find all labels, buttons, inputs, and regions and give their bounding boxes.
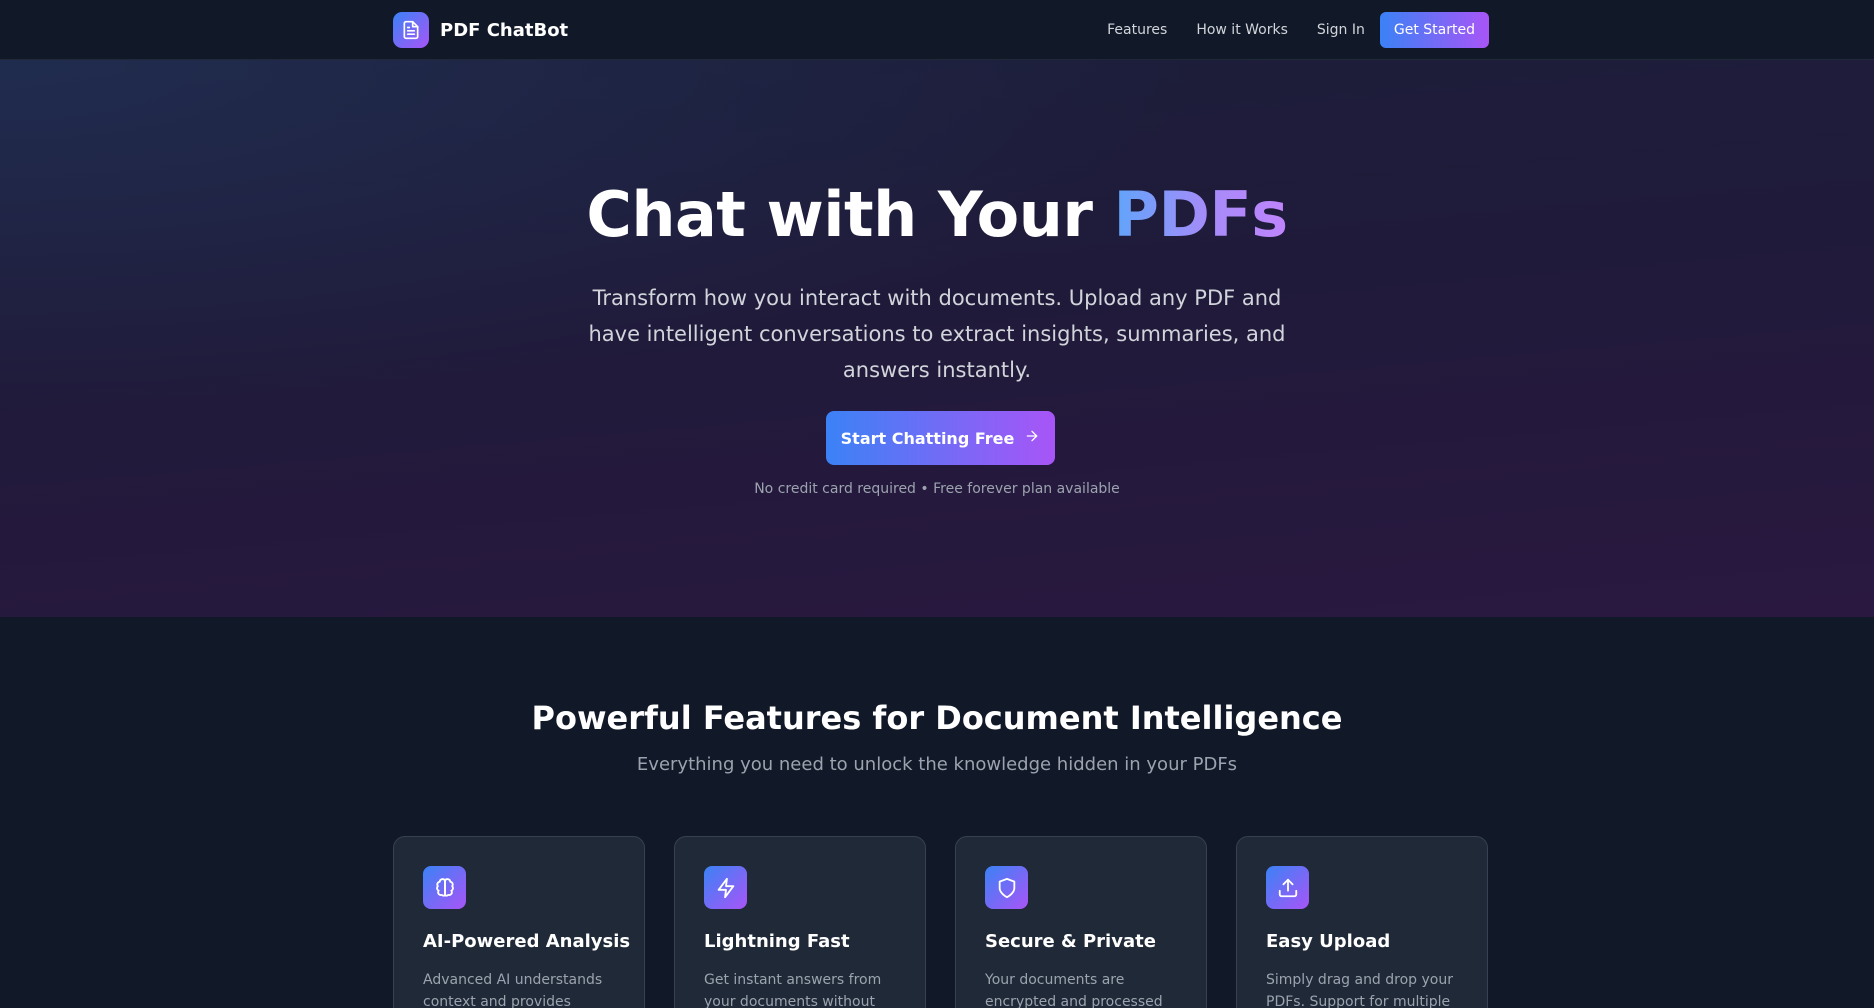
- feature-card-desc: Get instant answers from your documents …: [704, 972, 882, 1008]
- nav-links: Features How it Works Sign In Get Starte…: [1078, 12, 1489, 48]
- hero-section: Chat with Your PDFs Transform how you in…: [0, 60, 1874, 617]
- nav-link-how-it-works[interactable]: How it Works: [1196, 22, 1288, 38]
- feature-card-desc: Your documents are encrypted and process…: [985, 972, 1163, 1008]
- feature-card-lightning-fast: Lightning Fast Get instant answers from …: [674, 836, 926, 1008]
- get-started-button[interactable]: Get Started: [1379, 12, 1489, 48]
- features-section: Powerful Features for Document Intellige…: [0, 617, 1874, 1008]
- feature-card-title: Secure & Private: [985, 931, 1156, 952]
- navbar: PDF ChatBot Features How it Works Sign I…: [0, 0, 1874, 60]
- upload-icon: [1266, 866, 1309, 909]
- brand[interactable]: PDF ChatBot: [393, 12, 568, 48]
- start-chatting-button[interactable]: Start Chatting Free: [826, 411, 1055, 465]
- hero-title-accent: PDFs: [1113, 178, 1289, 251]
- feature-card-easy-upload: Easy Upload Simply drag and drop your PD…: [1236, 836, 1488, 1008]
- nav-link-sign-in[interactable]: Sign In: [1317, 22, 1365, 38]
- features-subtitle: Everything you need to unlock the knowle…: [636, 754, 1238, 775]
- hero-title: Chat with Your PDFs: [0, 178, 1874, 251]
- feature-card-ai-analysis: AI-Powered Analysis Advanced AI understa…: [393, 836, 645, 1008]
- feature-card-title: AI-Powered Analysis: [423, 931, 631, 952]
- arrow-right-icon: [1024, 428, 1040, 448]
- nav-link-features[interactable]: Features: [1107, 22, 1167, 38]
- hero-title-main: Chat with Your: [586, 178, 1093, 251]
- feature-card-desc: Simply drag and drop your PDFs. Support …: [1266, 972, 1453, 1008]
- document-icon: [393, 12, 429, 48]
- hero-note: No credit card required • Free forever p…: [754, 481, 1120, 497]
- features-title: Powerful Features for Document Intellige…: [531, 699, 1343, 737]
- feature-card-title: Lightning Fast: [704, 931, 850, 952]
- brand-name: PDF ChatBot: [440, 19, 569, 41]
- feature-card-desc: Advanced AI understands context and prov…: [423, 972, 603, 1008]
- navbar-inner: PDF ChatBot Features How it Works Sign I…: [393, 0, 1489, 60]
- feature-card-title: Easy Upload: [1266, 931, 1391, 952]
- shield-icon: [985, 866, 1028, 909]
- start-chatting-label: Start Chatting Free: [840, 428, 1015, 448]
- hero-subtitle: Transform how you interact with document…: [588, 286, 1286, 382]
- feature-card-secure-private: Secure & Private Your documents are encr…: [955, 836, 1207, 1008]
- brain-icon: [423, 866, 466, 909]
- page: PDF ChatBot Features How it Works Sign I…: [0, 0, 1874, 1008]
- lightning-icon: [704, 866, 747, 909]
